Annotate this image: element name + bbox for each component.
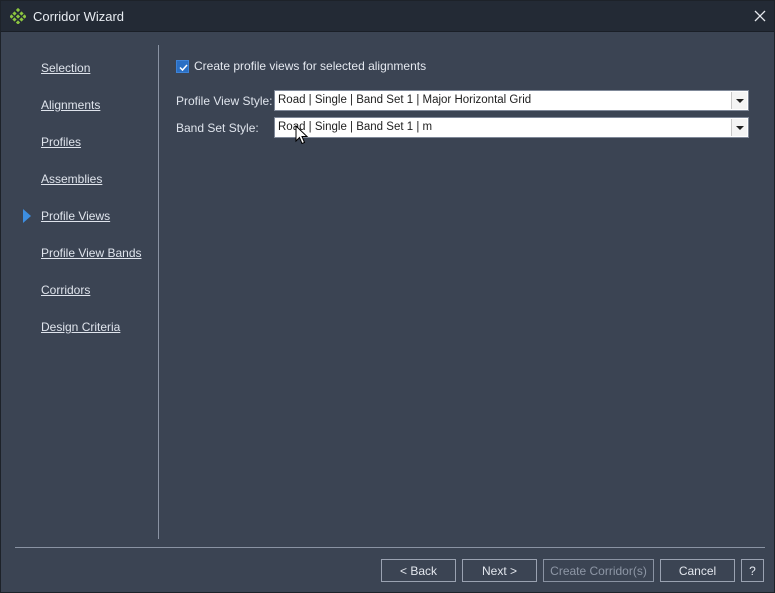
title-bar: Corridor Wizard [1,1,774,32]
profile-view-style-dropdown-button[interactable] [731,92,747,109]
cancel-button[interactable]: Cancel [660,559,735,582]
chevron-down-icon [736,99,744,103]
profile-view-style-dropdown[interactable]: Road | Single | Band Set 1 | Major Horiz… [274,90,749,111]
band-set-style-label: Band Set Style: [176,121,259,135]
nav-item-selection[interactable]: Selection [41,61,90,75]
checkmark-icon [179,63,188,71]
nav-item-alignments[interactable]: Alignments [41,98,100,112]
nav-item-corridors[interactable]: Corridors [41,283,90,297]
chevron-down-icon [736,126,744,130]
create-profile-views-option[interactable]: Create profile views for selected alignm… [176,58,426,74]
profile-view-style-label: Profile View Style: [176,94,273,108]
create-corridors-button[interactable]: Create Corridor(s) [543,559,654,582]
vertical-divider [158,45,159,539]
window-title: Corridor Wizard [33,9,125,24]
nav-item-assemblies[interactable]: Assemblies [41,172,102,186]
corridor-wizard-icon [10,8,26,24]
corridor-wizard-window: Corridor Wizard Selection Alignments Pro… [0,0,775,593]
mouse-pointer-icon [295,125,309,145]
band-set-style-dropdown[interactable]: Road | Single | Band Set 1 | m [274,117,749,138]
nav-item-design-criteria[interactable]: Design Criteria [41,320,120,334]
next-button[interactable]: Next > [462,559,537,582]
footer-divider [15,547,765,548]
band-set-style-dropdown-button[interactable] [731,119,747,136]
create-profile-views-label: Create profile views for selected alignm… [194,59,427,73]
back-button[interactable]: < Back [381,559,456,582]
current-step-arrow-icon [23,209,31,223]
close-icon[interactable] [751,7,769,25]
create-profile-views-checkbox[interactable] [176,59,189,73]
help-button[interactable]: ? [741,559,764,582]
nav-item-profile-views[interactable]: Profile Views [41,209,110,223]
nav-item-profile-view-bands[interactable]: Profile View Bands [41,246,142,260]
nav-item-profiles[interactable]: Profiles [41,135,81,149]
profile-view-style-value: Road | Single | Band Set 1 | Major Horiz… [278,94,532,106]
